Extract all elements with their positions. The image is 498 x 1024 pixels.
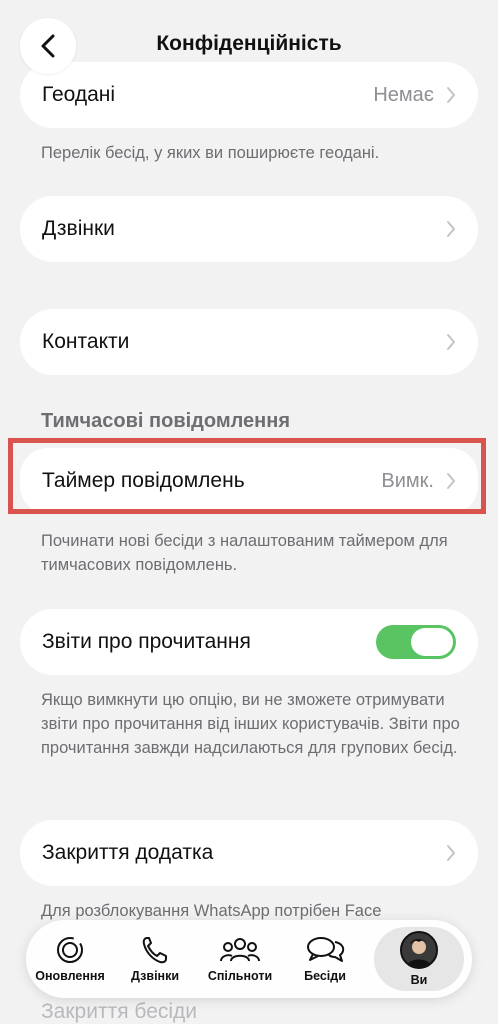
geodata-label: Геодані bbox=[42, 83, 116, 106]
tab-communities-label: Спільноти bbox=[207, 969, 273, 983]
chevron-right-icon bbox=[447, 473, 455, 489]
tab-chats-label: Бесіди bbox=[304, 969, 346, 983]
tab-calls-label: Дзвінки bbox=[130, 969, 180, 983]
avatar bbox=[400, 931, 438, 969]
tab-communities[interactable]: Спільноти bbox=[204, 927, 276, 991]
communities-icon bbox=[220, 938, 260, 962]
tab-chats[interactable]: Бесіди bbox=[289, 927, 361, 991]
read-receipts-row: Звіти про прочитання bbox=[20, 609, 478, 675]
profile-photo bbox=[402, 933, 436, 967]
toggle-knob bbox=[411, 628, 453, 656]
tab-bar: Оновлення Дзвінки Спільноти Бесіди Ви bbox=[26, 920, 472, 998]
chat-lock-label[interactable]: Закриття бесіди bbox=[41, 1000, 197, 1024]
page-title: Конфіденційність bbox=[156, 32, 342, 55]
message-timer-value: Вимк. bbox=[381, 469, 434, 492]
app-lock-row[interactable]: Закриття додатка bbox=[20, 820, 478, 886]
contacts-label: Контакти bbox=[42, 330, 130, 353]
tab-calls[interactable]: Дзвінки bbox=[119, 927, 191, 991]
tab-you-label: Ви bbox=[410, 973, 428, 987]
read-receipts-toggle[interactable] bbox=[376, 625, 456, 659]
message-timer-row[interactable]: Таймер повідомлень Вимк. bbox=[20, 448, 478, 514]
chevron-right-icon bbox=[447, 87, 455, 103]
app-lock-label: Закриття додатка bbox=[42, 841, 214, 864]
chevron-right-icon bbox=[447, 845, 455, 861]
updates-icon bbox=[57, 937, 83, 963]
message-timer-note: Починати нові бесіди з налаштованим тайм… bbox=[41, 532, 448, 574]
message-timer-label: Таймер повідомлень bbox=[42, 469, 245, 492]
tab-updates-label: Оновлення bbox=[35, 969, 105, 983]
read-receipts-note: Якщо вимкнути цю опцію, ви не зможете от… bbox=[41, 691, 460, 757]
read-receipts-label: Звіти про прочитання bbox=[42, 630, 251, 653]
temporary-messages-header: Тимчасові повідомлення bbox=[41, 410, 291, 432]
tab-updates[interactable]: Оновлення bbox=[34, 927, 106, 991]
geodata-note: Перелік бесід, у яких ви поширюєте геода… bbox=[41, 144, 380, 162]
geodata-value: Немає bbox=[373, 83, 434, 106]
calls-label: Дзвінки bbox=[42, 217, 115, 240]
phone-icon bbox=[142, 937, 167, 964]
contacts-row[interactable]: Контакти bbox=[20, 309, 478, 375]
chats-icon bbox=[307, 937, 345, 962]
calls-row[interactable]: Дзвінки bbox=[20, 196, 478, 262]
chevron-right-icon bbox=[447, 334, 455, 350]
tab-you[interactable]: Ви bbox=[374, 927, 464, 991]
geodata-row[interactable]: Геодані Немає bbox=[20, 62, 478, 128]
chevron-right-icon bbox=[447, 221, 455, 237]
